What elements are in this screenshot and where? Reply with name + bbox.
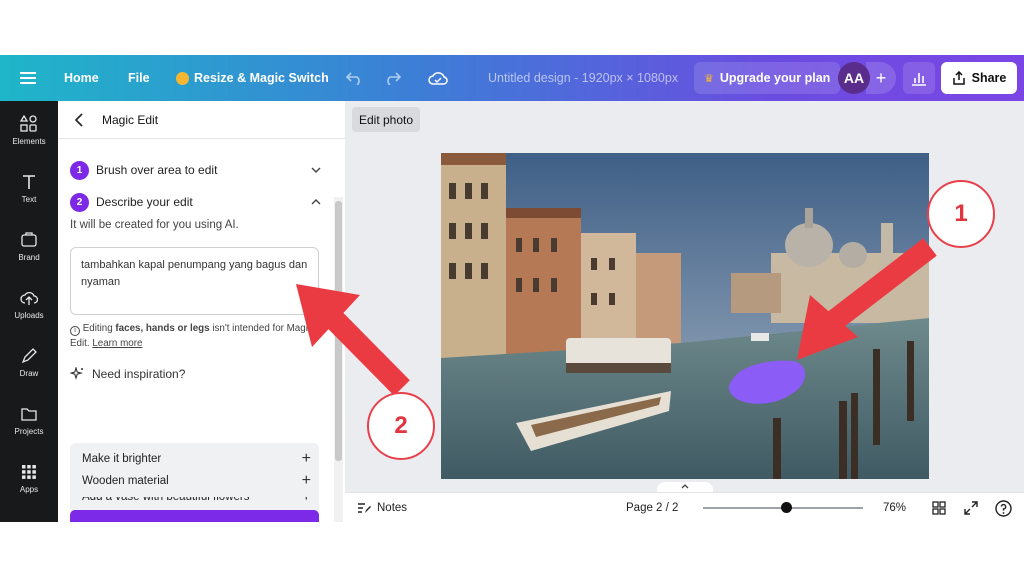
fullscreen-icon[interactable] <box>964 493 978 522</box>
callout-2: 2 <box>367 392 435 460</box>
panel-header: Magic Edit <box>58 101 345 139</box>
rail-elements[interactable]: Elements <box>0 101 58 159</box>
folder-icon <box>21 407 37 421</box>
suggestion-item[interactable]: Wooden material + <box>70 465 319 497</box>
left-rail: Elements Text Brand Uploads Draw Project… <box>0 101 58 522</box>
home-menu[interactable]: Home <box>64 55 99 101</box>
share-upload-icon <box>952 71 965 85</box>
canva-editor: Home File Resize & Magic Switch Untitled… <box>0 55 1024 522</box>
rail-label: Apps <box>19 484 39 494</box>
share-label: Share <box>971 71 1007 85</box>
grid-view-icon[interactable] <box>932 493 946 522</box>
inspiration-label: Need inspiration? <box>92 367 186 381</box>
rail-projects[interactable]: Projects <box>0 391 58 449</box>
bottom-bar: Notes Page 2 / 2 76% <box>345 492 1024 522</box>
suggestion-label: Wooden material <box>82 475 169 487</box>
step-brush[interactable]: 1 Brush over area to edit <box>70 159 322 181</box>
edit-photo-button[interactable]: Edit photo <box>352 107 421 132</box>
file-menu[interactable]: File <box>128 55 150 101</box>
zoom-slider-handle[interactable] <box>781 502 792 513</box>
rail-draw[interactable]: Draw <box>0 333 58 391</box>
step-number: 1 <box>70 160 89 180</box>
crown-icon <box>176 71 189 85</box>
page-indicator[interactable]: Page 2 / 2 <box>626 493 678 522</box>
step-describe[interactable]: 2 Describe your edit <box>70 191 322 213</box>
venice-canal-photo[interactable] <box>441 153 929 479</box>
warning-note: i Editing faces, hands or legs isn't int… <box>70 321 320 351</box>
draw-icon <box>21 347 37 363</box>
step-label: Describe your edit <box>96 195 193 209</box>
callout-1: 1 <box>927 180 995 248</box>
warning-bold-text: faces, hands or legs <box>115 323 210 334</box>
zoom-level[interactable]: 76% <box>883 493 906 522</box>
add-collaborator-button[interactable]: + <box>866 62 896 94</box>
resize-magic-switch-button[interactable]: Resize & Magic Switch <box>176 55 329 101</box>
suggestion-label: Make it brighter <box>82 453 162 465</box>
rail-label: Draw <box>19 368 39 378</box>
bar-chart-icon <box>912 73 926 86</box>
learn-more-link[interactable]: Learn more <box>92 338 142 349</box>
help-icon[interactable] <box>995 493 1012 522</box>
magic-edit-panel: Magic Edit 1 Brush over area to edit 2 D… <box>58 101 345 522</box>
sparkle-icon <box>70 367 83 380</box>
chevron-down-icon <box>311 167 321 173</box>
panel-title: Magic Edit <box>102 112 159 127</box>
resize-label: Resize & Magic Switch <box>194 71 329 85</box>
need-inspiration: Need inspiration? <box>70 367 185 381</box>
rail-apps[interactable]: Apps <box>0 449 58 507</box>
upgrade-label: Upgrade your plan <box>719 71 831 85</box>
apps-grid-icon <box>22 464 36 479</box>
step-label: Brush over area to edit <box>96 163 218 177</box>
text-icon <box>23 174 35 189</box>
rail-label: Projects <box>14 426 44 436</box>
rail-brand[interactable]: Brand <box>0 217 58 275</box>
notes-pen-icon <box>358 503 371 513</box>
edit-prompt-textarea[interactable]: tambahkan kapal penumpang yang bagus dan… <box>70 247 319 315</box>
rail-label: Uploads <box>14 310 44 320</box>
crown-icon: ♛ <box>704 72 714 85</box>
notes-label: Notes <box>377 502 408 514</box>
cloud-saved-icon[interactable] <box>428 55 448 101</box>
rail-uploads[interactable]: Uploads <box>0 275 58 333</box>
panel-scrollbar-thumb[interactable] <box>335 201 342 461</box>
insights-button[interactable] <box>903 62 935 94</box>
info-icon: i <box>70 326 80 336</box>
upgrade-plan-button[interactable]: ♛ Upgrade your plan <box>694 62 841 94</box>
rail-label: Text <box>21 194 37 204</box>
notes-button[interactable]: Notes <box>357 493 407 522</box>
warning-text: Editing <box>82 323 116 334</box>
rail-label: Brand <box>18 252 40 262</box>
chevron-up-icon <box>681 484 689 489</box>
hamburger-menu-icon[interactable] <box>20 55 36 101</box>
brand-icon <box>21 231 37 247</box>
undo-icon[interactable] <box>346 55 364 101</box>
elements-icon <box>20 114 37 132</box>
rail-label: Elements <box>12 136 46 146</box>
generate-button[interactable] <box>70 510 319 522</box>
chevron-up-icon <box>311 199 321 205</box>
rail-text[interactable]: Text <box>0 159 58 217</box>
share-button[interactable]: Share <box>941 62 1017 94</box>
upload-cloud-icon <box>20 291 38 305</box>
back-chevron-icon[interactable] <box>72 112 88 128</box>
step-number: 2 <box>70 192 89 212</box>
plus-icon: + <box>301 472 311 489</box>
top-bar: Home File Resize & Magic Switch Untitled… <box>0 55 1024 101</box>
redo-icon[interactable] <box>383 55 401 101</box>
avatar[interactable]: AA <box>838 62 870 94</box>
design-title[interactable]: Untitled design - 1920px × 1080px <box>488 55 678 101</box>
ai-note: It will be created for you using AI. <box>70 219 239 231</box>
